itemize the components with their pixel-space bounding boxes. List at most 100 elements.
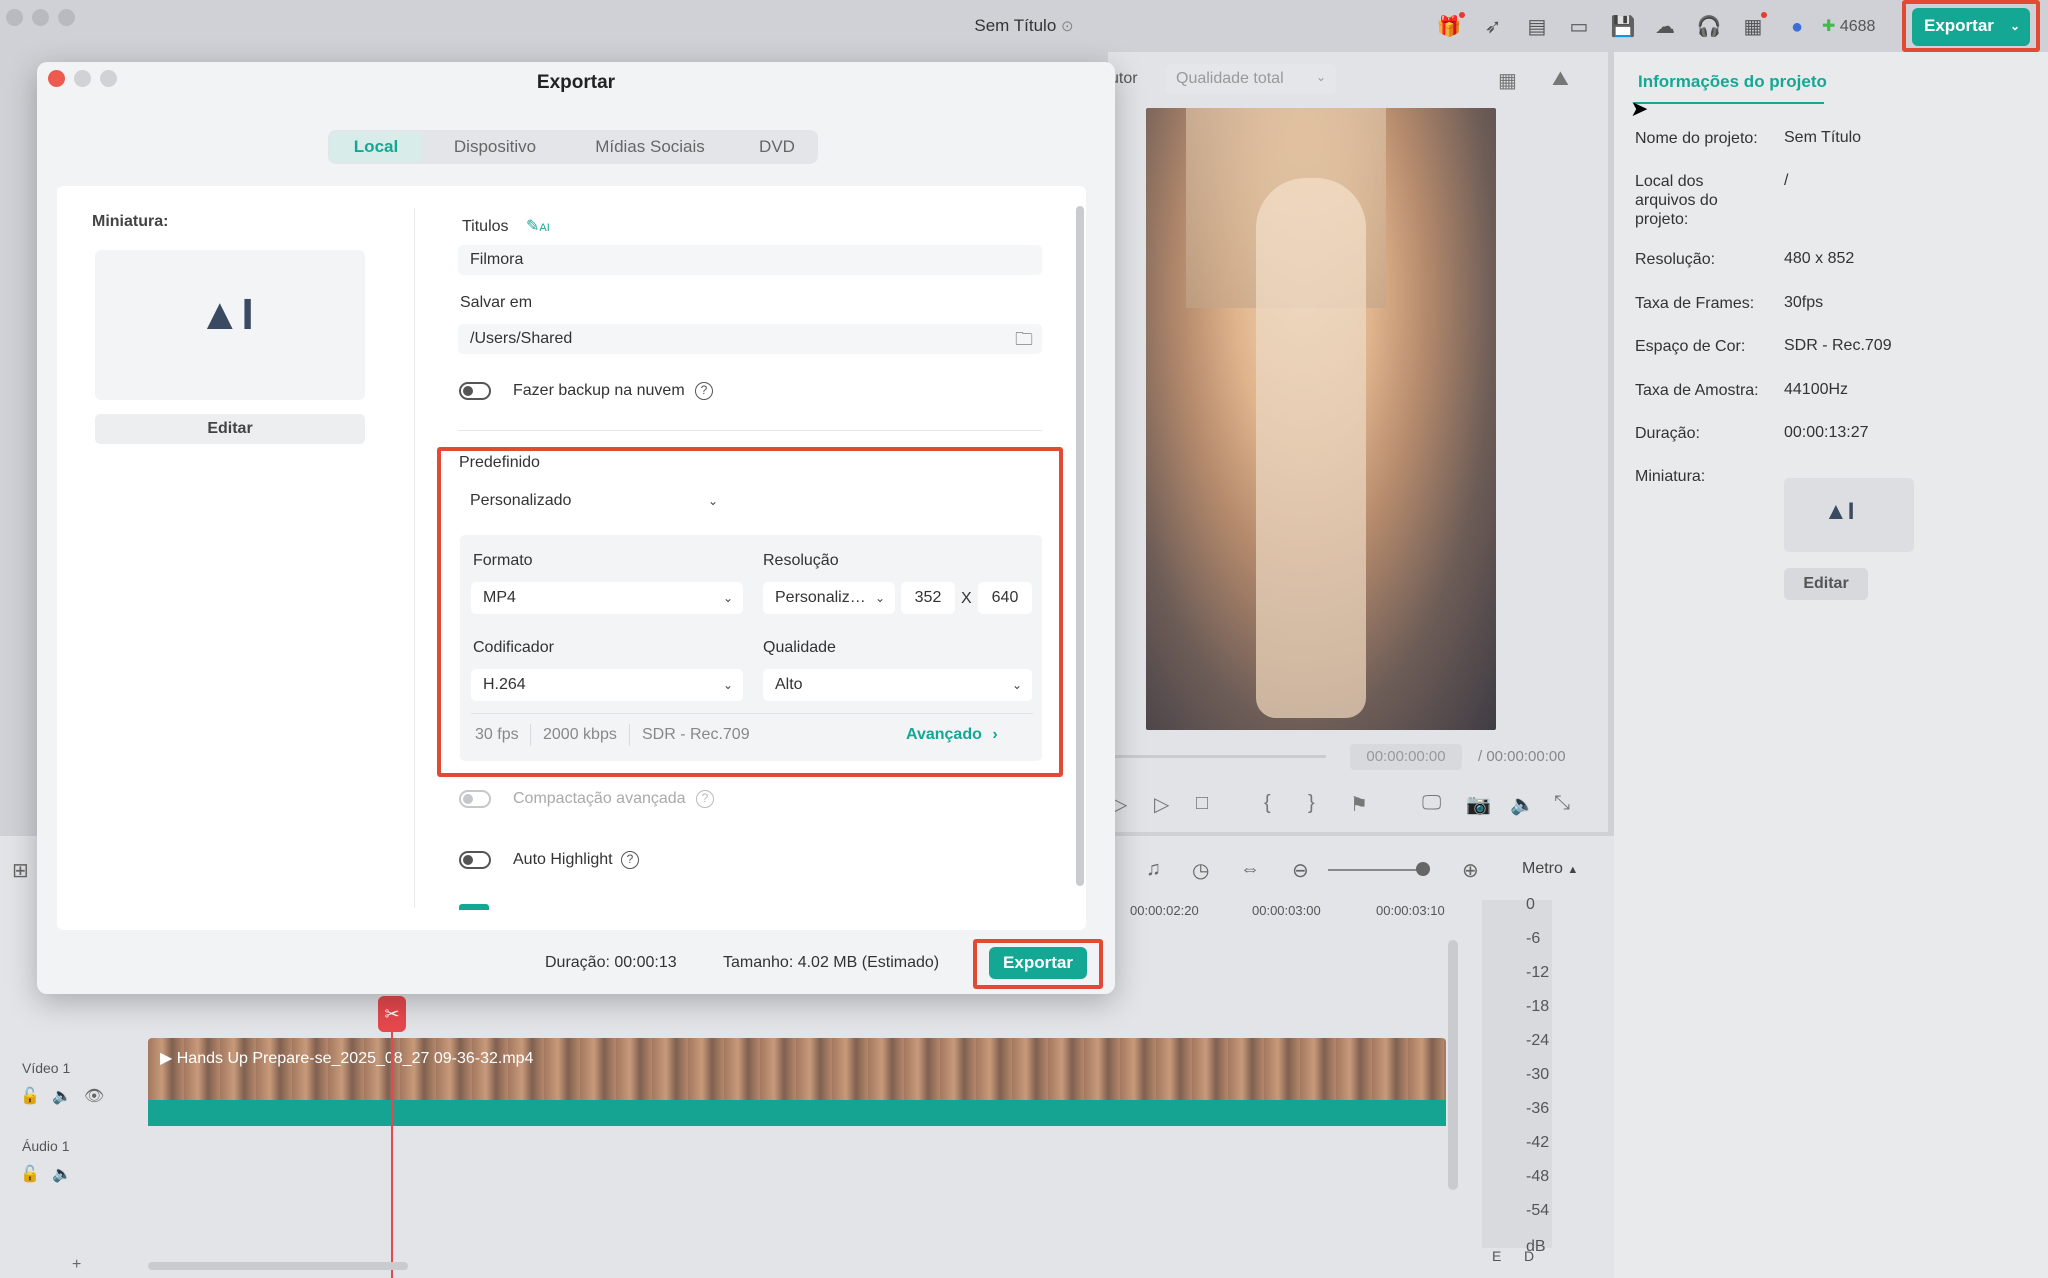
auto-highlight-toggle[interactable] xyxy=(459,851,491,869)
fit-icon[interactable]: ⇔ xyxy=(1240,858,1260,881)
person-figure xyxy=(1256,178,1366,718)
thumbnail-edit-button[interactable]: Editar xyxy=(1784,568,1868,600)
timeline-vertical-scrollbar[interactable] xyxy=(1448,940,1458,1190)
info-label: Taxa de Frames: xyxy=(1635,295,1755,312)
volume-icon[interactable]: 🔈 xyxy=(52,1164,72,1184)
image-icon[interactable]: ⛰ xyxy=(1552,68,1569,91)
zoom-in-icon[interactable]: ⊕ xyxy=(1462,858,1479,883)
dialog-scrollbar[interactable] xyxy=(1076,206,1084,886)
apps-grid-icon[interactable]: ▦ xyxy=(1740,14,1766,40)
resolution-preset-select[interactable]: Personaliz… ⌄ xyxy=(763,582,895,614)
mouse-cursor-icon: ➤ xyxy=(1630,96,1649,121)
save-icon[interactable]: 💾 xyxy=(1610,14,1636,40)
meter-scale-label: -54 xyxy=(1526,1202,1550,1219)
layout-grid-icon[interactable]: ⊞ xyxy=(12,858,29,883)
help-icon[interactable]: ? xyxy=(695,382,713,400)
preset-label: Predefinido xyxy=(459,454,540,471)
volume-icon[interactable]: 🔈 xyxy=(52,1086,72,1106)
display-icon[interactable]: 🖵 xyxy=(1422,792,1441,815)
headset-icon[interactable]: 🎧 xyxy=(1696,14,1722,40)
preview-quality-select[interactable]: Qualidade total ⌄ xyxy=(1166,64,1336,94)
tab-social-media[interactable]: Mídias Sociais xyxy=(580,132,720,162)
lock-icon[interactable]: 🔓 xyxy=(20,1086,40,1106)
tab-underline xyxy=(1634,102,1824,104)
encoder-label: Codificador xyxy=(473,639,554,656)
advanced-compression-toggle[interactable] xyxy=(459,790,491,808)
mark-in-icon[interactable]: { xyxy=(1264,792,1271,815)
partial-toggle[interactable] xyxy=(459,904,489,910)
format-select[interactable]: MP4 ⌄ xyxy=(471,582,743,614)
info-value: SDR - Rec.709 xyxy=(1784,337,1892,354)
meter-scale-label: -18 xyxy=(1526,998,1550,1015)
gift-icon[interactable]: 🎁 xyxy=(1436,14,1462,40)
audio-tool-icon[interactable]: ♫ xyxy=(1146,858,1161,881)
info-label: Nome do projeto: xyxy=(1635,130,1758,147)
quality-label: Qualidade xyxy=(763,639,836,656)
progress-track[interactable] xyxy=(1110,755,1326,758)
zoom-out-icon[interactable]: ⊖ xyxy=(1292,858,1309,883)
thumbnail-edit-button[interactable]: Editar xyxy=(95,414,365,444)
subtitles-icon[interactable]: ▤ xyxy=(1524,14,1550,40)
folder-icon[interactable]: 🗀 xyxy=(1015,327,1033,357)
chevron-down-icon: ⌄ xyxy=(1315,70,1326,84)
quality-select[interactable]: Alto ⌄ xyxy=(763,669,1032,701)
zoom-slider[interactable] xyxy=(1328,869,1428,871)
title-input[interactable]: Filmora xyxy=(458,245,1042,275)
tab-dvd[interactable]: DVD xyxy=(740,132,814,162)
meter-scale-label: 0 xyxy=(1526,896,1535,913)
chevron-down-icon: ⌄ xyxy=(2009,19,2020,33)
meta-divider xyxy=(471,713,1033,714)
send-icon[interactable]: ➶ xyxy=(1480,14,1506,40)
preset-select[interactable]: Personalizado ⌄ xyxy=(458,485,728,517)
chevron-down-icon: ⌄ xyxy=(874,591,885,605)
marker-icon[interactable]: ⚑ xyxy=(1350,792,1368,817)
meta-separator xyxy=(530,724,531,746)
ruler-tick-label: 00:00:03:10 xyxy=(1376,903,1445,918)
lock-icon[interactable]: 🔓 xyxy=(20,1164,40,1184)
export-duration: Duração: 00:00:13 xyxy=(545,954,677,971)
ai-rename-icon[interactable]: ✎AI xyxy=(526,216,550,236)
project-thumbnail: ▲I xyxy=(1784,478,1914,552)
help-icon[interactable]: ? xyxy=(696,790,714,808)
section-divider xyxy=(458,430,1042,431)
save-path-input[interactable]: /Users/Shared xyxy=(458,324,1042,354)
add-track-icon[interactable]: + xyxy=(72,1256,81,1274)
camera-icon[interactable]: 📷 xyxy=(1466,792,1491,817)
layout-icon[interactable]: ▭ xyxy=(1566,14,1592,40)
cloud-backup-toggle[interactable] xyxy=(459,382,491,400)
credits-counter[interactable]: ✚ 4688 xyxy=(1822,16,1875,36)
meter-scale-label: -42 xyxy=(1526,1134,1550,1151)
play-icon[interactable]: ▷ xyxy=(1154,792,1169,817)
tab-local[interactable]: Local xyxy=(330,132,422,162)
playhead[interactable] xyxy=(391,1000,393,1278)
advanced-link[interactable]: Avançado › xyxy=(906,726,998,744)
timeline-scrollbar[interactable] xyxy=(148,1262,408,1270)
cloud-upload-icon[interactable]: ☁ xyxy=(1652,14,1678,40)
meter-channel-right: D xyxy=(1524,1248,1535,1264)
meter-scale-label: -36 xyxy=(1526,1100,1550,1117)
stop-icon[interactable]: □ xyxy=(1196,792,1208,815)
tab-device[interactable]: Dispositivo xyxy=(436,132,554,162)
resolution-height-input[interactable]: 640 xyxy=(978,582,1032,614)
export-size: Tamanho: 4.02 MB (Estimado) xyxy=(723,954,940,971)
metro-select[interactable]: Metro ▲ xyxy=(1522,860,1578,878)
scissors-icon[interactable]: ✂ xyxy=(378,996,406,1032)
tab-project-info[interactable]: Informações do projeto xyxy=(1638,72,1827,92)
avatar[interactable]: ● xyxy=(1784,14,1810,40)
preview-tool-icon[interactable]: ◷ xyxy=(1192,858,1209,883)
audio-waveform xyxy=(148,1100,1446,1126)
volume-icon[interactable]: 🔈 xyxy=(1510,792,1535,817)
export-button[interactable]: Exportar xyxy=(989,947,1087,979)
encoder-select[interactable]: H.264 ⌄ xyxy=(471,669,743,701)
chevron-down-icon: ⌄ xyxy=(722,678,733,692)
help-icon[interactable]: ? xyxy=(621,851,639,869)
ruler-tick-label: 00:00:03:00 xyxy=(1252,903,1321,918)
format-label: Formato xyxy=(473,552,533,569)
resolution-width-input[interactable]: 352 xyxy=(901,582,955,614)
export-top-button[interactable]: Exportar ⌄ xyxy=(1912,8,2030,46)
grid-view-icon[interactable]: ▦ xyxy=(1498,68,1517,93)
fullscreen-icon[interactable]: ⤡ xyxy=(1554,792,1570,815)
zoom-slider-handle[interactable] xyxy=(1416,862,1430,876)
eye-icon[interactable]: 👁 xyxy=(84,1086,104,1106)
mark-out-icon[interactable]: } xyxy=(1308,792,1315,815)
